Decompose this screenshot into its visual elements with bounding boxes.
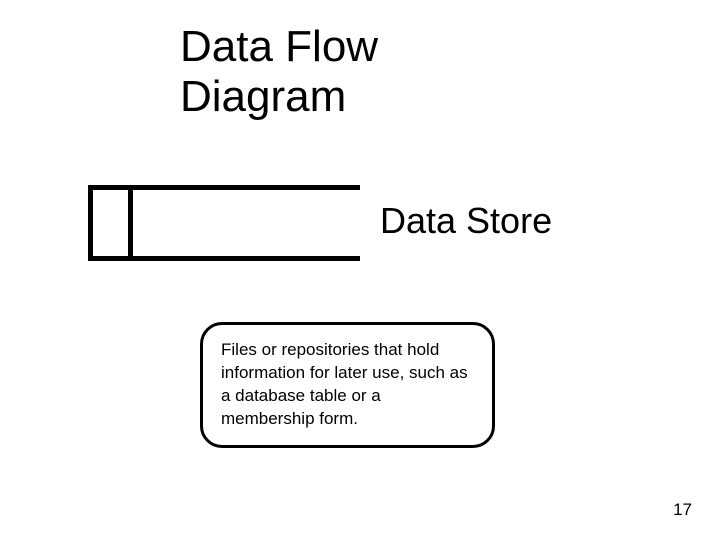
definition-box: Files or repositories that hold informat… <box>200 322 495 448</box>
page-number: 17 <box>673 500 692 520</box>
definition-text: Files or repositories that hold informat… <box>221 340 468 428</box>
symbol-divider-line <box>128 185 133 261</box>
symbol-label: Data Store <box>380 200 552 242</box>
symbol-left-line <box>88 185 93 261</box>
slide-title: Data Flow Diagram <box>180 22 540 122</box>
data-store-symbol <box>88 185 360 261</box>
